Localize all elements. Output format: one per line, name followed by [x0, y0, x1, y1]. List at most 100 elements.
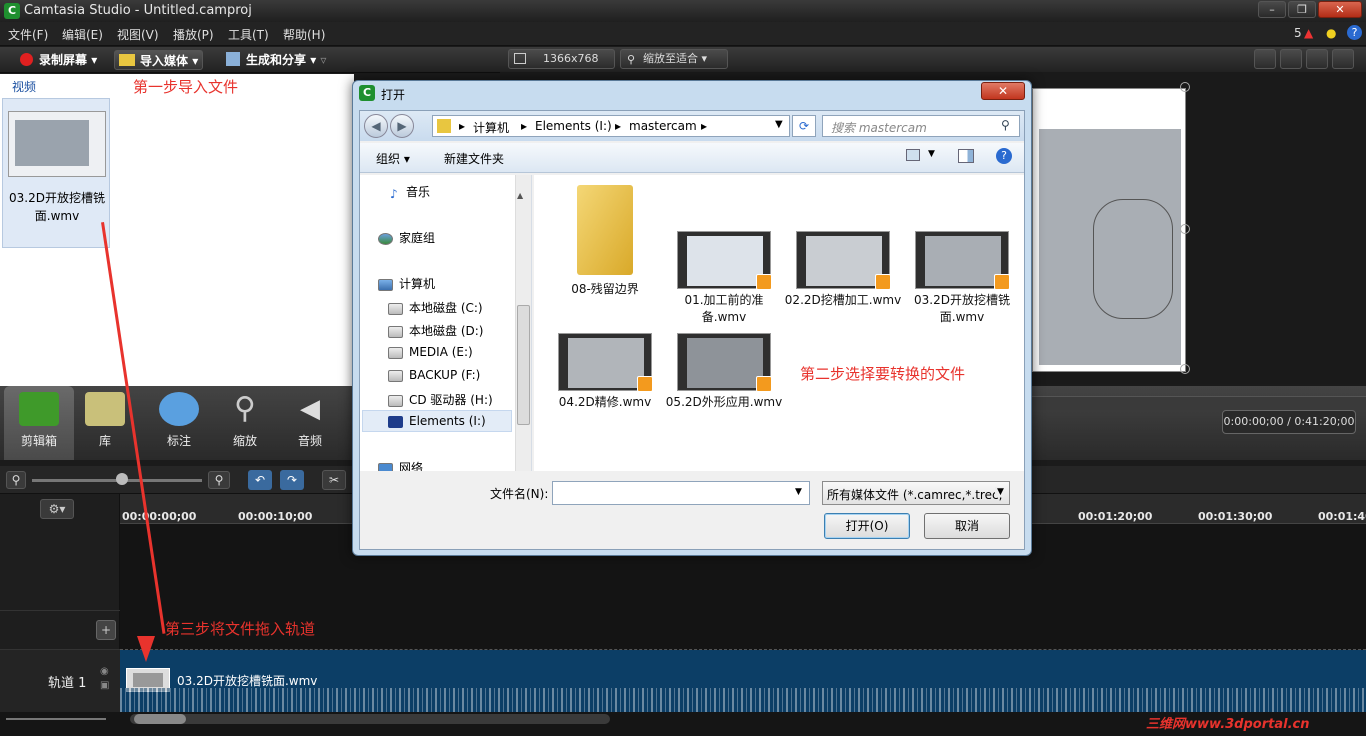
tab-audio[interactable]: ◀ 音频 [275, 386, 345, 460]
dialog-close-button[interactable]: ✕ [981, 82, 1025, 100]
file-item-video-04[interactable]: 04.2D精修.wmv [546, 333, 664, 411]
import-media-button[interactable]: 导入媒体 ▾ [114, 50, 203, 70]
speaker-icon: ◀ [290, 392, 330, 426]
maximize-button[interactable]: ❐ [1288, 1, 1316, 18]
file-item-video-03[interactable]: 03.2D开放挖槽铣面.wmv [903, 231, 1021, 326]
timeline-horizontal-scrollbar[interactable] [130, 714, 610, 724]
organize-menu[interactable]: 组织 ▾ [376, 150, 410, 167]
crop-tool-button[interactable] [1254, 49, 1276, 69]
ruler-tick-100s: 00:01:40; [1318, 510, 1366, 523]
preview-pane-icon[interactable] [958, 149, 974, 163]
tab-callouts[interactable]: 标注 [144, 386, 214, 460]
track-height-slider[interactable] [6, 718, 106, 720]
nav-scrollbar[interactable]: ▲ [515, 175, 531, 471]
menu-play[interactable]: 播放(P) [173, 26, 214, 43]
close-button[interactable]: ✕ [1318, 1, 1362, 18]
lightbulb-icon[interactable]: ● [1326, 26, 1336, 40]
file-name: 04.2D精修.wmv [546, 394, 664, 411]
file-name: 03.2D开放挖槽铣面.wmv [903, 292, 1021, 326]
breadcrumb[interactable]: ▸ 计算机 ▸ Elements (I:) ▸ mastercam ▸ ▼ [432, 115, 790, 137]
pan-tool-button[interactable] [1280, 49, 1302, 69]
time-display: 0:00:00;00 / 0:41:20;00 [1222, 410, 1356, 434]
breadcrumb-dropdown-icon[interactable]: ▼ [775, 119, 783, 130]
cut-scissors-icon[interactable]: ✂ [322, 470, 346, 490]
nav-item-drive-d[interactable]: 本地磁盘 (D:) [388, 322, 483, 339]
file-item-video-01[interactable]: 01.加工前的准备.wmv [665, 231, 783, 326]
refresh-icon[interactable]: ⟳ [792, 115, 816, 137]
tab-clip-bin[interactable]: 剪辑箱 [4, 386, 74, 460]
nav-item-music[interactable]: ♪音乐 [390, 183, 430, 200]
magnifier-tool-icon: ⚲ [225, 392, 265, 426]
filetype-select[interactable]: 所有媒体文件 (*.camrec,*.trec, ▼ [822, 481, 1010, 505]
breadcrumb-computer[interactable]: 计算机 [473, 119, 509, 136]
produce-share-button[interactable]: 生成和分享 ▾ ▿ [222, 50, 330, 70]
forward-arrow-icon[interactable]: ▶ [390, 114, 414, 138]
breadcrumb-drive[interactable]: Elements (I:) [535, 119, 612, 133]
new-folder-button[interactable]: 新建文件夹 [444, 150, 504, 167]
open-button[interactable]: 打开(O) [824, 513, 910, 539]
view-options-icon[interactable] [906, 149, 920, 161]
tab-zoom[interactable]: ⚲ 缩放 [210, 386, 280, 460]
file-item-folder[interactable]: 08-残留边界 [546, 185, 664, 298]
menu-file[interactable]: 文件(F) [8, 26, 48, 43]
resize-handle-bottom-right[interactable] [1180, 364, 1190, 374]
preview-video-frame[interactable] [1032, 88, 1186, 372]
nav-item-drive-e[interactable]: MEDIA (E:) [388, 345, 473, 359]
timeline-zoom-thumb[interactable] [116, 473, 128, 485]
resize-handle-right[interactable] [1180, 224, 1190, 234]
nav-item-elements[interactable]: Elements (I:) [388, 414, 486, 428]
filename-input[interactable]: ▼ [552, 481, 810, 505]
timeline-scroll-thumb[interactable] [134, 714, 186, 724]
filename-dropdown-icon[interactable]: ▼ [795, 487, 802, 497]
clip-bin-item[interactable]: 03.2D开放挖槽铣面.wmv [2, 98, 110, 248]
track1-header[interactable]: 轨道 1 ◉ ▣ [0, 650, 120, 712]
track-visibility-eye-icon[interactable]: ◉ [100, 666, 109, 677]
search-box[interactable]: 搜索 mastercam ⚲ [822, 115, 1020, 137]
breadcrumb-folder[interactable]: mastercam [629, 119, 697, 133]
cancel-button[interactable]: 取消 [924, 513, 1010, 539]
timeline-settings-gear-icon[interactable]: ⚙▾ [40, 499, 74, 519]
zoom-fit-dropdown[interactable]: ⚲ 缩放至适合 ▾ [620, 49, 728, 69]
record-screen-button[interactable]: 录制屏幕 ▾ [16, 50, 101, 70]
resize-handle-top-right[interactable] [1180, 82, 1190, 92]
produce-label: 生成和分享 [246, 53, 306, 67]
preview-toolpath-shape [1093, 199, 1173, 319]
file-item-video-02[interactable]: 02.2D挖槽加工.wmv [784, 231, 902, 309]
play-badge-icon [994, 274, 1010, 290]
nav-item-cd-drive[interactable]: CD 驱动器 (H:) [388, 391, 493, 408]
menu-tools[interactable]: 工具(T) [228, 26, 269, 43]
menu-help[interactable]: 帮助(H) [283, 26, 325, 43]
fullscreen-button[interactable] [1306, 49, 1328, 69]
bell-icon[interactable]: ▲ [1304, 26, 1313, 40]
zoom-out-icon[interactable]: ⚲ [6, 471, 26, 489]
nav-scroll-thumb[interactable] [517, 305, 530, 425]
resolution-button[interactable]: 1366x768 [508, 49, 615, 69]
nav-item-homegroup[interactable]: 家庭组 [378, 229, 435, 246]
nav-item-network[interactable]: 网络 [378, 459, 423, 471]
detach-preview-button[interactable] [1332, 49, 1354, 69]
zoom-in-icon[interactable]: ⚲ [208, 471, 230, 489]
playback-seek-bar[interactable] [1032, 396, 1366, 410]
dialog-help-icon[interactable]: ? [996, 148, 1012, 164]
window-title-bar: C Camtasia Studio - Untitled.camproj – ❐… [0, 0, 1366, 22]
back-arrow-icon[interactable]: ◀ [364, 114, 388, 138]
help-icon[interactable]: ? [1347, 25, 1362, 40]
file-item-video-05[interactable]: 05.2D外形应用.wmv [665, 333, 783, 411]
nav-item-drive-f[interactable]: BACKUP (F:) [388, 368, 480, 382]
scroll-up-icon[interactable]: ▲ [517, 191, 530, 196]
nav-label-music: 音乐 [406, 185, 430, 199]
nav-item-computer[interactable]: 计算机 [378, 275, 435, 292]
filetype-dropdown-icon[interactable]: ▼ [995, 487, 1004, 497]
menu-view[interactable]: 视图(V) [117, 26, 159, 43]
nav-item-drive-c[interactable]: 本地磁盘 (C:) [388, 299, 483, 316]
menu-edit[interactable]: 编辑(E) [62, 26, 103, 43]
minimize-button[interactable]: – [1258, 1, 1286, 18]
undo-icon[interactable]: ↶ [248, 470, 272, 490]
view-dropdown-icon[interactable]: ▼ [928, 149, 935, 159]
track-lock-icon[interactable]: ▣ [100, 680, 109, 691]
redo-icon[interactable]: ↷ [280, 470, 304, 490]
search-placeholder: 搜索 mastercam [831, 119, 927, 136]
add-track-plus-icon[interactable]: + [96, 620, 116, 640]
import-label: 导入媒体 [140, 54, 188, 68]
track1-lane[interactable]: 03.2D开放挖槽铣面.wmv [120, 650, 1366, 712]
